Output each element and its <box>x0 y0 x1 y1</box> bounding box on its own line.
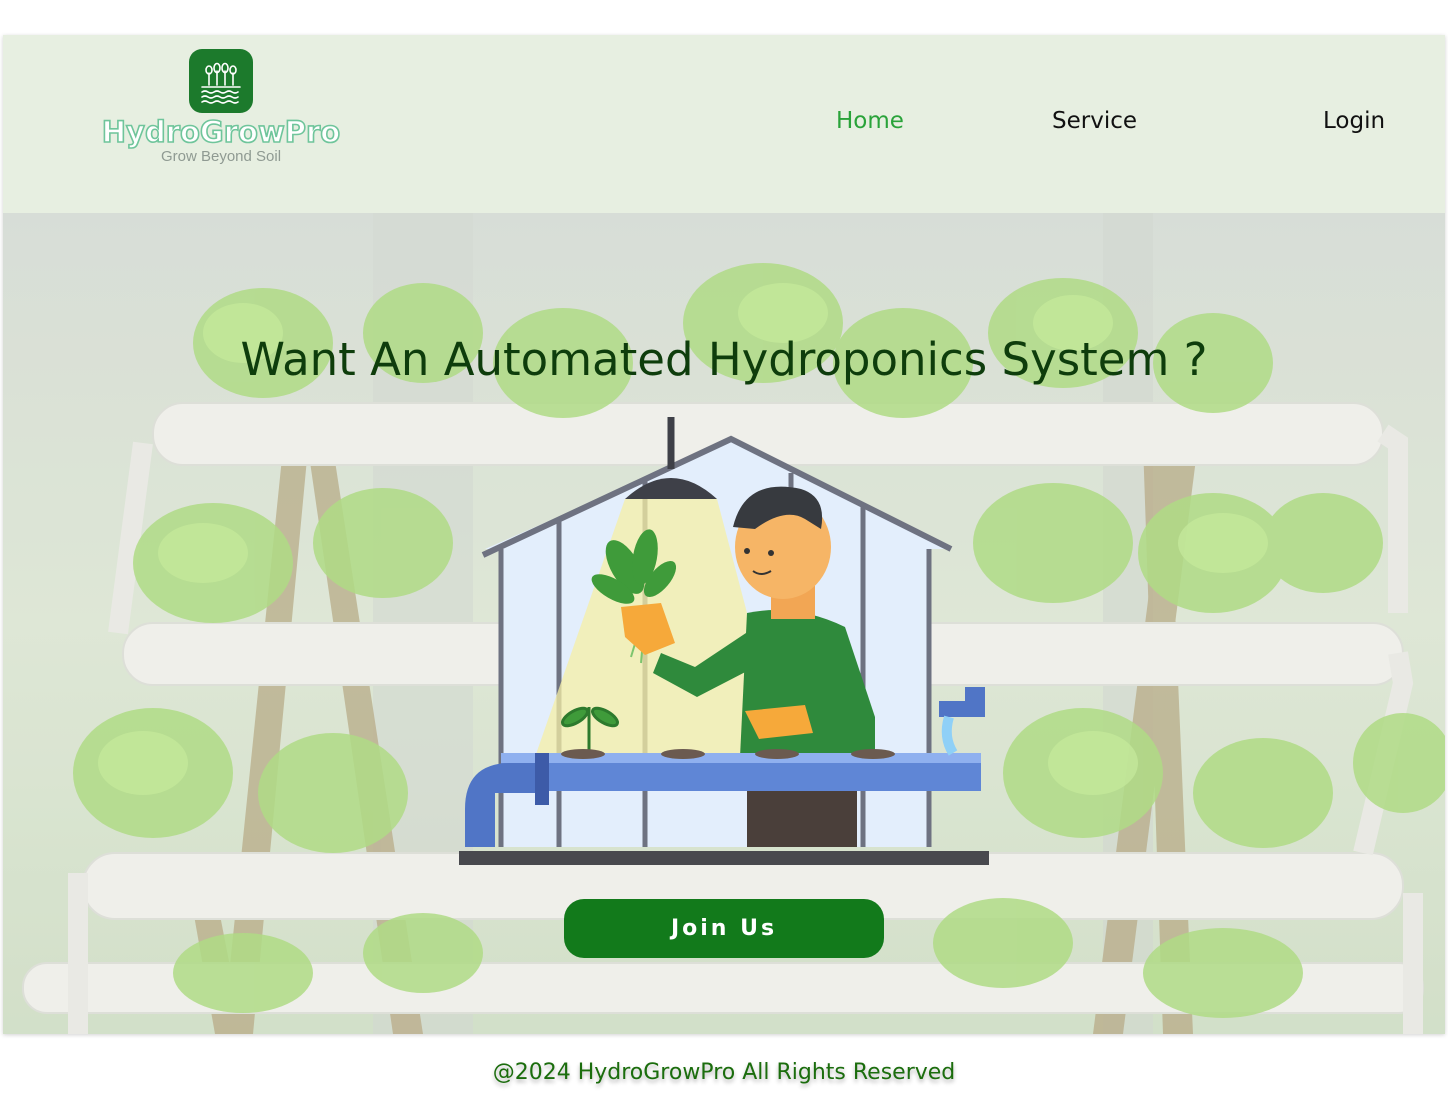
brand-tagline: Grow Beyond Soil <box>160 148 282 165</box>
page-frame: HydroGrowPro Grow Beyond Soil Home Servi… <box>3 35 1445 1034</box>
hero-title: Want An Automated Hydroponics System ? <box>240 333 1208 386</box>
footer-copyright: @2024 HydroGrowPro All Rights Reserved <box>492 1060 956 1085</box>
brand-logo[interactable]: HydroGrowPro Grow Beyond Soil <box>69 49 373 169</box>
navbar: HydroGrowPro Grow Beyond Soil Home Servi… <box>3 35 1445 213</box>
join-us-button[interactable]: Join Us <box>564 899 884 958</box>
nav-login-link[interactable]: Login <box>1323 108 1385 134</box>
nav-home-link[interactable]: Home <box>836 108 904 134</box>
brand-name: HydroGrowPro <box>101 114 341 150</box>
greenhouse-farmer-illustration <box>459 417 989 865</box>
hero-section: Want An Automated Hydroponics System ? J… <box>3 213 1445 1034</box>
hydroponic-plants-icon <box>189 49 253 113</box>
nav-service-link[interactable]: Service <box>1052 108 1137 134</box>
